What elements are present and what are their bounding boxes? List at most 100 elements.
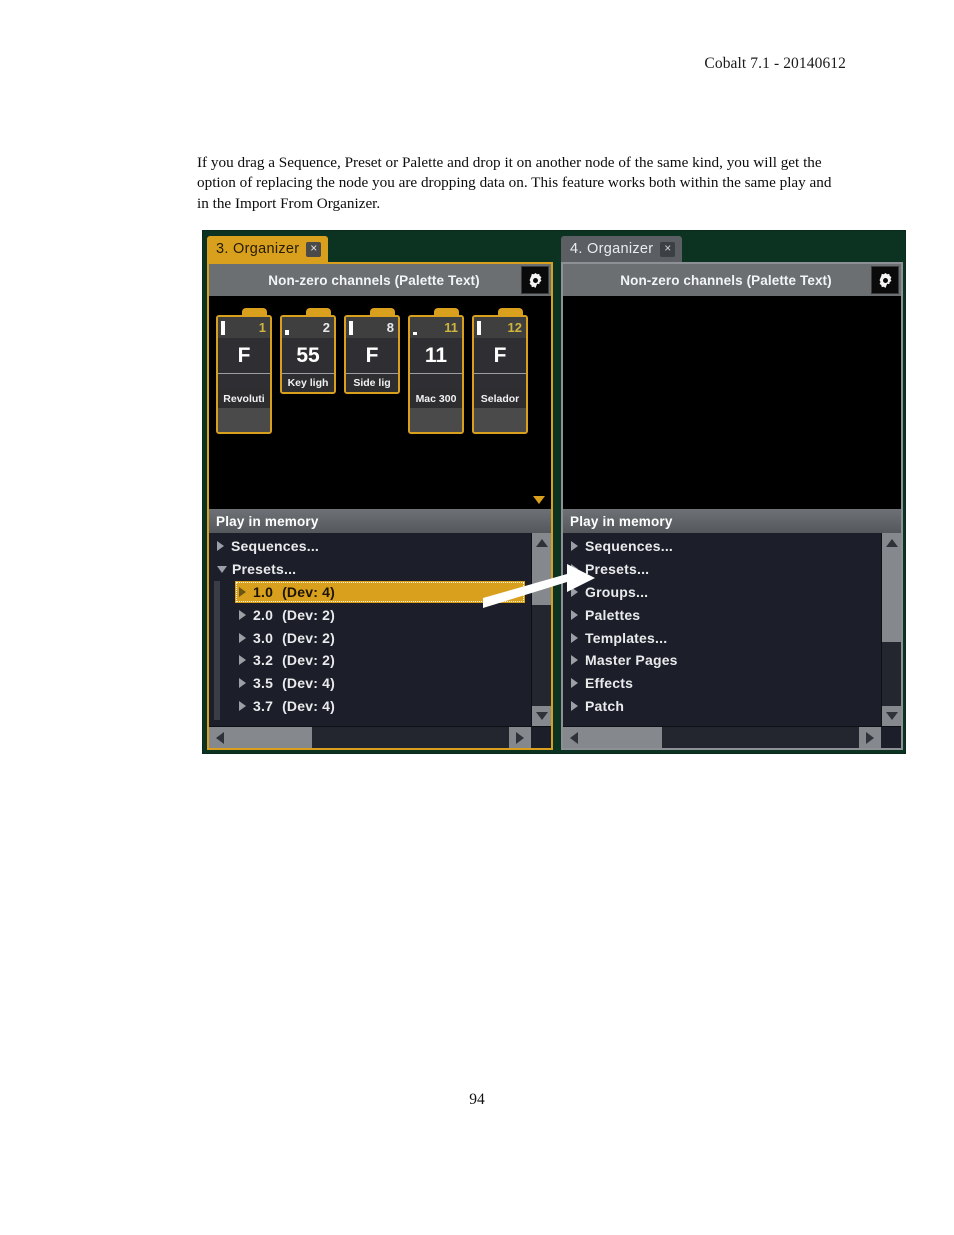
chevron-down-icon[interactable]	[217, 565, 227, 573]
scroll-left-button[interactable]	[563, 727, 585, 748]
channel-card[interactable]: 2 55 Key ligh	[280, 308, 336, 394]
tree-item-detail: (Dev: 2)	[282, 606, 336, 623]
scroll-up-button[interactable]	[882, 533, 901, 553]
channel-card-inner: 2 55 Key ligh	[280, 315, 336, 394]
tree-item[interactable]: Palettes	[563, 603, 881, 626]
channel-card-inner: 11 11 Mac 300	[408, 315, 464, 434]
scroll-down-triangle-icon[interactable]	[533, 496, 545, 504]
scroll-right-button[interactable]	[509, 727, 531, 748]
panel-3-vertical-scrollbar[interactable]	[531, 533, 551, 726]
tab-organizer-3[interactable]: 3. Organizer ×	[207, 236, 329, 262]
tree-item[interactable]: Patch	[563, 695, 881, 718]
tree-item-label: Presets...	[232, 561, 297, 578]
channel-card-footer	[410, 408, 462, 432]
channel-card[interactable]: 8 F Side lig	[344, 308, 400, 394]
channel-value: F	[474, 338, 526, 374]
channel-card-inner: 8 F Side lig	[344, 315, 400, 394]
tree-item[interactable]: Effects	[563, 672, 881, 695]
panel-4-tree: Play in memory Sequences... Presets... Gro…	[563, 509, 901, 748]
tab-organizer-4[interactable]: 4. Organizer ×	[561, 236, 683, 262]
channel-card[interactable]: 11 11 Mac 300	[408, 308, 464, 434]
tree-item-detail: (Dev: 4)	[282, 697, 336, 714]
scroll-left-button[interactable]	[209, 727, 231, 748]
channel-fixture-name: Revoluti	[218, 390, 270, 408]
channel-card[interactable]: 1 F Revoluti	[216, 308, 272, 434]
chevron-right-icon[interactable]	[239, 609, 246, 620]
close-icon[interactable]: ×	[660, 241, 676, 257]
chevron-right-icon[interactable]	[571, 586, 578, 597]
tree-item[interactable]: 3.5 (Dev: 4)	[209, 672, 531, 695]
panel-4-header-title: Non-zero channels (Palette Text)	[620, 272, 832, 288]
chevron-right-icon[interactable]	[571, 678, 578, 689]
channel-card-spacer	[410, 374, 462, 390]
close-icon[interactable]: ×	[306, 241, 322, 257]
channel-number: 8	[386, 320, 394, 335]
channel-number: 1	[258, 320, 266, 335]
channel-card[interactable]: 12 F Selador	[472, 308, 528, 434]
tree-item[interactable]: Templates...	[563, 626, 881, 649]
scroll-down-button[interactable]	[532, 706, 551, 726]
tree-item[interactable]: Sequences...	[209, 535, 531, 558]
organizer-panel-3: 3. Organizer × Non-zero channels (Palett…	[207, 236, 553, 750]
channel-card-header: 2	[282, 317, 334, 338]
channel-level-bar	[285, 330, 289, 335]
panel-3-header-title: Non-zero channels (Palette Text)	[268, 272, 480, 288]
tree-item[interactable]: 3.0 (Dev: 2)	[209, 626, 531, 649]
channel-card-header: 11	[410, 317, 462, 338]
tree-item-label: Groups...	[585, 583, 649, 600]
chevron-right-icon[interactable]	[571, 609, 578, 620]
tree-item-detail: (Dev: 2)	[282, 652, 336, 669]
scroll-track[interactable]	[532, 553, 551, 706]
panel-4-horizontal-scrollbar[interactable]	[563, 726, 901, 748]
scroll-up-button[interactable]	[532, 533, 551, 553]
panel-3-tree-main: Sequences... Presets... 1.0 (Dev: 4) 2.0 (Dev…	[209, 533, 551, 726]
chevron-right-icon[interactable]	[571, 700, 578, 711]
chevron-right-icon[interactable]	[571, 541, 578, 552]
scroll-thumb[interactable]	[532, 553, 551, 606]
tree-item[interactable]: 3.2 (Dev: 2)	[209, 649, 531, 672]
tree-item-label: 3.0	[253, 629, 274, 646]
channel-value: 55	[282, 338, 334, 374]
scroll-track-horizontal[interactable]	[585, 727, 859, 748]
scroll-track[interactable]	[882, 553, 901, 706]
gear-icon[interactable]	[871, 266, 899, 294]
scroll-thumb[interactable]	[882, 553, 901, 642]
chevron-right-icon[interactable]	[239, 678, 246, 689]
tree-item[interactable]: Presets...	[563, 558, 881, 581]
body-paragraph: If you drag a Sequence, Preset or Palett…	[197, 154, 832, 212]
chevron-right-icon[interactable]	[239, 700, 246, 711]
scroll-right-button[interactable]	[859, 727, 881, 748]
chevron-right-icon[interactable]	[217, 541, 224, 552]
channel-card-inner: 1 F Revoluti	[216, 315, 272, 434]
tree-item[interactable]: Master Pages	[563, 649, 881, 672]
tree-item[interactable]: 2.0 (Dev: 2)	[209, 603, 531, 626]
chevron-right-icon[interactable]	[571, 655, 578, 666]
channel-cards-row: 1 F Revoluti 2 55 Key ligh 8 F Side lig 11 11 Mac 3…	[216, 308, 551, 434]
tree-item[interactable]: Groups...	[563, 581, 881, 604]
chevron-right-icon[interactable]	[571, 632, 578, 643]
chevron-right-icon[interactable]	[239, 655, 246, 666]
scroll-thumb-horizontal[interactable]	[231, 727, 312, 748]
panel-3-body: Non-zero channels (Palette Text) 1 F Revol…	[207, 262, 553, 750]
panel-4-tree-list[interactable]: Sequences... Presets... Groups... Palettes T…	[563, 533, 881, 726]
scroll-track-horizontal[interactable]	[231, 727, 509, 748]
document-header: Cobalt 7.1 - 20140612	[704, 55, 846, 72]
tree-item[interactable]: Presets...	[209, 558, 531, 581]
scroll-down-button[interactable]	[882, 706, 901, 726]
panel-3-tree-list[interactable]: Sequences... Presets... 1.0 (Dev: 4) 2.0 (Dev…	[209, 533, 531, 726]
channel-value: F	[346, 338, 398, 374]
tree-item[interactable]: 1.0 (Dev: 4)	[235, 580, 525, 604]
panel-4-vertical-scrollbar[interactable]	[881, 533, 901, 726]
gear-icon[interactable]	[521, 266, 549, 294]
scroll-thumb-horizontal[interactable]	[585, 727, 662, 748]
tree-item-label: Sequences...	[231, 538, 319, 555]
panel-3-tree-title: Play in memory	[209, 509, 551, 533]
chevron-right-icon[interactable]	[239, 632, 246, 643]
tree-item-label: Templates...	[585, 629, 668, 646]
tree-item[interactable]: Sequences...	[563, 535, 881, 558]
tree-item-detail: (Dev: 4)	[282, 675, 336, 692]
panel-3-horizontal-scrollbar[interactable]	[209, 726, 551, 748]
tree-item[interactable]: 3.7 (Dev: 4)	[209, 695, 531, 718]
chevron-right-icon[interactable]	[571, 564, 578, 575]
chevron-right-icon[interactable]	[239, 586, 246, 597]
